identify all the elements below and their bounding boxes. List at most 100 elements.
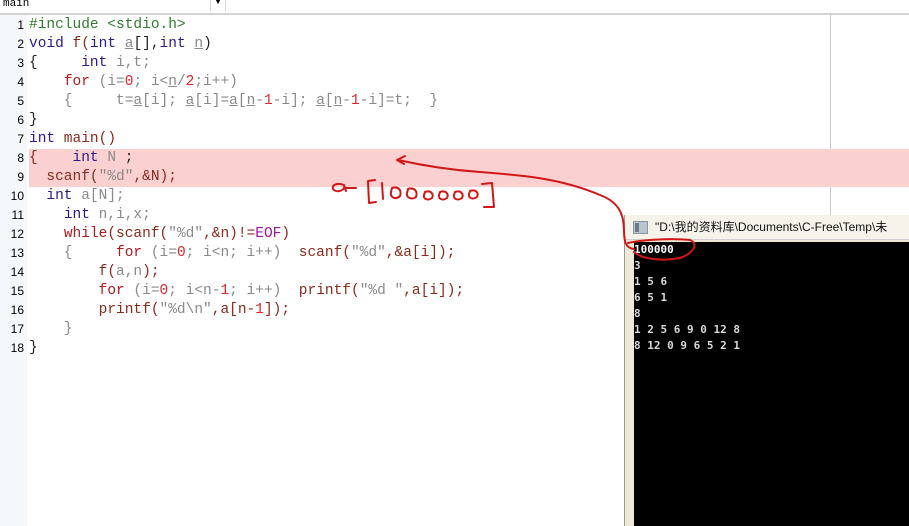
code-token: 0 (176, 245, 186, 261)
code-token: [ (237, 93, 247, 109)
code-token: n (194, 36, 204, 52)
code-token: #include <stdio.h> (29, 17, 186, 33)
code-token: ,&n)!= (203, 226, 256, 242)
code-token: { (29, 55, 82, 71)
line-number: 16 (10, 303, 24, 317)
line-number: 12 (10, 227, 24, 241)
code-line[interactable]: 4 for (i=0; i<n/2;i++) (0, 73, 909, 92)
code-token: (i= (142, 245, 177, 261)
line-number: 4 (17, 75, 24, 89)
code-token: -i]=t; } (359, 93, 439, 109)
code-token: - (342, 93, 351, 109)
code-token: scanf( (29, 169, 99, 185)
code-token: ; i< (133, 74, 169, 90)
code-token: ; i++) (229, 283, 299, 299)
code-token: for (116, 245, 143, 261)
line-number: 17 (10, 322, 24, 336)
code-token: 0 (159, 283, 169, 299)
line-code: { t=a[i]; a[i]=a[n-1-i]; a[n-1-i]=t; } (29, 92, 909, 111)
line-number: 9 (17, 170, 24, 184)
line-number: 3 (17, 56, 24, 70)
code-token: n (246, 93, 256, 109)
code-token: printf( (29, 302, 160, 318)
code-token: a,n (116, 264, 143, 280)
code-token: [], (133, 36, 160, 52)
console-title-bar[interactable]: "D:\我的资料库\Documents\C-Free\Temp\未 (625, 215, 909, 240)
code-token: (i= (89, 74, 125, 90)
console-line: 3 (634, 259, 641, 272)
line-code: int main() (29, 130, 909, 149)
code-token: ) (281, 226, 291, 242)
console-line: 8 (634, 307, 641, 320)
code-token: f( (29, 264, 117, 280)
code-token: EOF (255, 226, 282, 242)
code-token: n (168, 74, 177, 90)
console-line: 1 5 6 (634, 275, 668, 288)
console-output[interactable]: 100000 3 1 5 6 6 5 1 8 1 2 5 6 9 0 12 8 … (634, 242, 909, 526)
code-token: "%d" (350, 245, 386, 261)
code-token: 1 (351, 93, 360, 109)
console-line: 100000 (634, 243, 674, 256)
code-token: int (63, 207, 90, 223)
code-token: ; i<n; i++) (185, 245, 299, 261)
line-number: 18 (10, 341, 24, 355)
code-token: ; i<n- (168, 283, 221, 299)
code-token: { (29, 245, 117, 261)
console-line: 8 12 0 9 6 5 2 1 (634, 339, 740, 352)
code-token: int (29, 131, 56, 147)
code-token: ; (124, 150, 134, 166)
code-token: } (29, 112, 38, 128)
code-token: n (333, 93, 343, 109)
code-token: "%d " (359, 283, 404, 299)
code-token: } (29, 321, 73, 337)
code-line[interactable]: 1 #include <stdio.h> (0, 16, 909, 35)
chevron-down-icon[interactable]: ▼ (210, 0, 226, 11)
code-line[interactable]: 3 { int i,t; (0, 54, 909, 73)
code-line[interactable]: 8 { int N ; (0, 149, 909, 168)
code-token: scanf( (298, 245, 351, 261)
code-line[interactable]: 10 int a[N]; (0, 187, 909, 206)
code-token: f( (63, 36, 90, 52)
line-number: 11 (11, 208, 24, 222)
code-line[interactable]: 9 scanf("%d",&N); (0, 168, 909, 187)
function-select[interactable]: main ▼ (0, 0, 226, 12)
code-token: int (89, 36, 117, 52)
line-code: for (i=0; i<n/2;i++) (29, 73, 909, 92)
console-window[interactable]: "D:\我的资料库\Documents\C-Free\Temp\未 100000… (624, 215, 909, 526)
code-token: while (63, 226, 108, 242)
code-token: for (98, 283, 125, 299)
code-token: a (316, 93, 325, 109)
code-token: { t= (29, 93, 134, 109)
code-token: ) (203, 36, 212, 52)
code-line[interactable]: 6} (0, 111, 909, 130)
code-token: (i= (124, 283, 160, 299)
code-token: int (159, 36, 186, 52)
code-token: printf( (298, 283, 360, 299)
line-number: 1 (17, 18, 24, 32)
code-token: ,a[i]); (403, 283, 465, 299)
line-number: 6 (17, 113, 24, 127)
console-line: 6 5 1 (634, 291, 668, 304)
line-number: 5 (17, 94, 24, 108)
code-token: a (229, 93, 238, 109)
line-code: { int i,t; (29, 54, 909, 73)
line-code: #include <stdio.h> (29, 16, 909, 35)
code-line[interactable]: 7 int main() (0, 130, 909, 149)
console-app-icon (633, 221, 648, 234)
line-number: 13 (10, 246, 24, 260)
code-token: int (72, 150, 99, 166)
function-select-value: main (3, 0, 30, 10)
code-token: [i]= (194, 93, 230, 109)
line-number: 7 (17, 132, 24, 146)
console-line: 1 2 5 6 9 0 12 8 (634, 323, 740, 336)
console-title: "D:\我的资料库\Documents\C-Free\Temp\未 (655, 220, 888, 234)
code-token: "%d" (98, 169, 134, 185)
code-line[interactable]: 5 { t=a[i]; a[i]=a[n-1-i]; a[n-1-i]=t; } (0, 92, 909, 111)
code-line[interactable]: 2 void f(int a[],int n) (0, 35, 909, 54)
code-token: / (176, 74, 186, 90)
